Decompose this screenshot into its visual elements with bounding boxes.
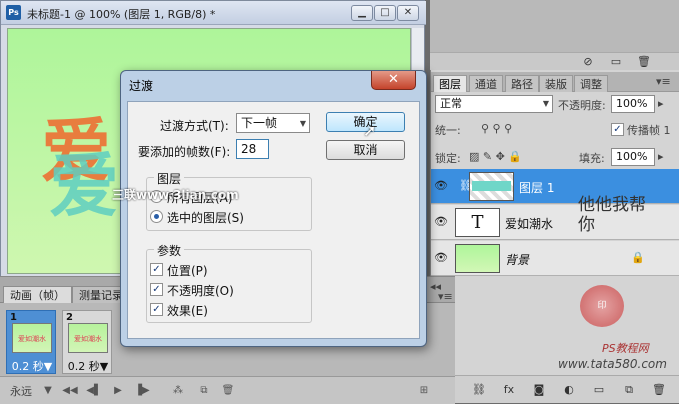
panel-menu-icon[interactable]: ▾≡ bbox=[438, 290, 453, 303]
layer-thumbnail bbox=[455, 244, 500, 273]
dialog-title: 过渡 bbox=[129, 79, 154, 93]
blend-mode-select[interactable]: 正常 ▼ bbox=[435, 95, 553, 113]
document-titlebar[interactable]: Ps 未标题-1 @ 100% (图层 1, RGB/8) * ▁ □ ✕ bbox=[1, 1, 426, 25]
frame-delay[interactable]: 0.2 秒▼ bbox=[7, 358, 57, 374]
new-layer-icon[interactable]: ⧉ bbox=[621, 382, 637, 398]
propagate-checkbox[interactable]: ✓ bbox=[611, 123, 624, 136]
delete-layer-icon[interactable]: 🗑 bbox=[651, 382, 667, 398]
tab-layer-comps[interactable]: 装版 bbox=[539, 75, 573, 92]
tween-with-value: 下一帧 bbox=[241, 116, 278, 130]
minimize-button[interactable]: ▁ bbox=[351, 5, 373, 21]
frame-thumbnail: 爱如潮水 bbox=[12, 323, 52, 353]
frame-number: 2 bbox=[66, 312, 73, 323]
new-group-icon[interactable]: ▭ bbox=[591, 382, 607, 398]
close-button[interactable]: ✕ bbox=[397, 5, 419, 21]
visibility-eye-icon[interactable]: 👁 bbox=[434, 179, 448, 193]
layer-name: 图层 1 bbox=[519, 181, 555, 195]
tween-dialog: 过渡 ✕ 过渡方式(T): 下一帧 ▼ 要添加的帧数(F): 28 确定 取消 … bbox=[120, 70, 427, 347]
text-layer-icon: T bbox=[455, 208, 500, 237]
frames-to-add-label: 要添加的帧数(F): bbox=[138, 145, 231, 159]
opacity-input[interactable]: 100% bbox=[611, 95, 655, 113]
loop-select[interactable]: 永远 bbox=[10, 383, 32, 399]
dialog-close-button[interactable]: ✕ bbox=[371, 71, 416, 90]
delete-frame-icon[interactable]: 🗑 bbox=[220, 384, 236, 398]
tween-with-label: 过渡方式(T): bbox=[160, 119, 229, 133]
new-icon[interactable]: ▭ bbox=[608, 54, 624, 70]
previous-frame-icon[interactable]: ◀▌ bbox=[86, 384, 102, 398]
animation-frame[interactable]: 1 爱如潮水 0.2 秒▼ bbox=[6, 310, 56, 374]
fill-label: 填充: bbox=[579, 152, 605, 165]
convert-timeline-icon[interactable]: ⊞ bbox=[412, 384, 436, 398]
upper-panel-toolbar: ⊘ ▭ 🗑 bbox=[430, 52, 679, 70]
blend-mode-value: 正常 bbox=[440, 97, 462, 110]
panel-menu-icon[interactable]: ▾≡ bbox=[656, 75, 671, 88]
parameters-group-title: 参数 bbox=[154, 242, 185, 259]
layers-panel-tabs: 图层 通道 路径 装版 调整 ▾≡ bbox=[431, 72, 679, 92]
duplicate-frame-icon[interactable]: ⧉ bbox=[196, 384, 212, 398]
frame-delay[interactable]: 0.2 秒▼ bbox=[63, 358, 113, 374]
visibility-eye-icon[interactable]: 👁 bbox=[434, 215, 448, 229]
unify-label: 统一: bbox=[435, 124, 461, 137]
tab-layers[interactable]: 图层 bbox=[433, 75, 467, 92]
layer-name: 背景 bbox=[505, 253, 530, 267]
tween-icon[interactable]: ⁂ bbox=[170, 384, 186, 398]
link-layers-icon[interactable]: ⛓ bbox=[471, 382, 487, 398]
selected-layers-radio[interactable] bbox=[150, 210, 163, 223]
fill-slider-arrow-icon[interactable]: ▸ bbox=[658, 150, 664, 163]
layer-mask-icon[interactable]: ◙ bbox=[531, 382, 547, 398]
red-seal-stamp: 印 bbox=[580, 285, 624, 327]
opacity-label: 不透明度(O) bbox=[167, 284, 234, 298]
selected-layers-label: 选中的图层(S) bbox=[167, 211, 244, 225]
layers-group-title: 图层 bbox=[154, 170, 185, 187]
adjustment-layer-icon[interactable]: ◐ bbox=[561, 382, 577, 398]
watermark-site-name: PS教程网 bbox=[602, 342, 649, 355]
effects-label: 效果(E) bbox=[167, 304, 208, 318]
opacity-slider-arrow-icon[interactable]: ▸ bbox=[658, 97, 664, 110]
layer-thumbnail bbox=[469, 172, 514, 201]
first-frame-icon[interactable]: ◀◀ bbox=[62, 384, 78, 398]
maximize-button[interactable]: □ bbox=[374, 5, 396, 21]
opacity-label: 不透明度: bbox=[558, 99, 606, 112]
animation-frame[interactable]: 2 爱如潮水 0.2 秒▼ bbox=[62, 310, 112, 374]
frame-thumbnail: 爱如潮水 bbox=[68, 323, 108, 353]
tab-animation-frames[interactable]: 动画（帧） bbox=[3, 286, 72, 303]
chevron-down-icon: ▼ bbox=[542, 99, 549, 108]
position-checkbox[interactable]: ✓ bbox=[150, 263, 163, 276]
tab-adjustments[interactable]: 调整 bbox=[574, 75, 608, 92]
position-label: 位置(P) bbox=[167, 264, 208, 278]
animation-controls: 永远 ▼ ◀◀ ◀▌ ▶ ▐▶ ⁂ ⧉ 🗑 ⊞ bbox=[0, 376, 455, 404]
chevron-down-icon: ▼ bbox=[299, 119, 306, 128]
layer-style-fx-icon[interactable]: fx bbox=[501, 382, 517, 398]
frame-number: 1 bbox=[10, 312, 17, 323]
watermark-site-url: www.tata580.com bbox=[558, 357, 667, 371]
opacity-checkbox[interactable]: ✓ bbox=[150, 283, 163, 296]
document-title: 未标题-1 @ 100% (图层 1, RGB/8) * bbox=[27, 8, 216, 21]
layers-panel-footer: ⛓ fx ◙ ◐ ▭ ⧉ 🗑 bbox=[431, 375, 679, 403]
play-icon[interactable]: ▶ bbox=[110, 384, 126, 398]
lock-label: 锁定: bbox=[435, 152, 461, 165]
photoshop-icon: Ps bbox=[6, 5, 21, 20]
mouse-cursor-icon: ➚ bbox=[363, 121, 377, 140]
unify-icons[interactable]: ⚲ ⚲ ⚲ bbox=[481, 122, 512, 135]
chevron-down-icon[interactable]: ▼ bbox=[40, 384, 56, 398]
layer-name: 爱如潮水 bbox=[505, 217, 554, 231]
frames-to-add-input[interactable]: 28 bbox=[236, 139, 269, 159]
watermark-overlay-text: 三联www.3lian.com bbox=[112, 188, 239, 202]
effects-checkbox[interactable]: ✓ bbox=[150, 303, 163, 316]
fill-input[interactable]: 100% bbox=[611, 148, 655, 166]
canvas-text-cyan: 爱 bbox=[49, 144, 119, 227]
visibility-eye-icon[interactable]: 👁 bbox=[434, 251, 448, 265]
next-frame-icon[interactable]: ▐▶ bbox=[134, 384, 150, 398]
clear-icon[interactable]: ⊘ bbox=[580, 54, 596, 70]
propagate-label: 传播帧 1 bbox=[627, 124, 671, 137]
tab-paths[interactable]: 路径 bbox=[505, 75, 539, 92]
lock-icons[interactable]: ▨ ✎ ✥ 🔒 bbox=[469, 150, 522, 163]
tween-with-select[interactable]: 下一帧 ▼ bbox=[236, 113, 310, 133]
trash-icon[interactable]: 🗑 bbox=[636, 54, 652, 70]
cancel-button[interactable]: 取消 bbox=[326, 140, 405, 160]
tab-channels[interactable]: 通道 bbox=[469, 75, 503, 92]
